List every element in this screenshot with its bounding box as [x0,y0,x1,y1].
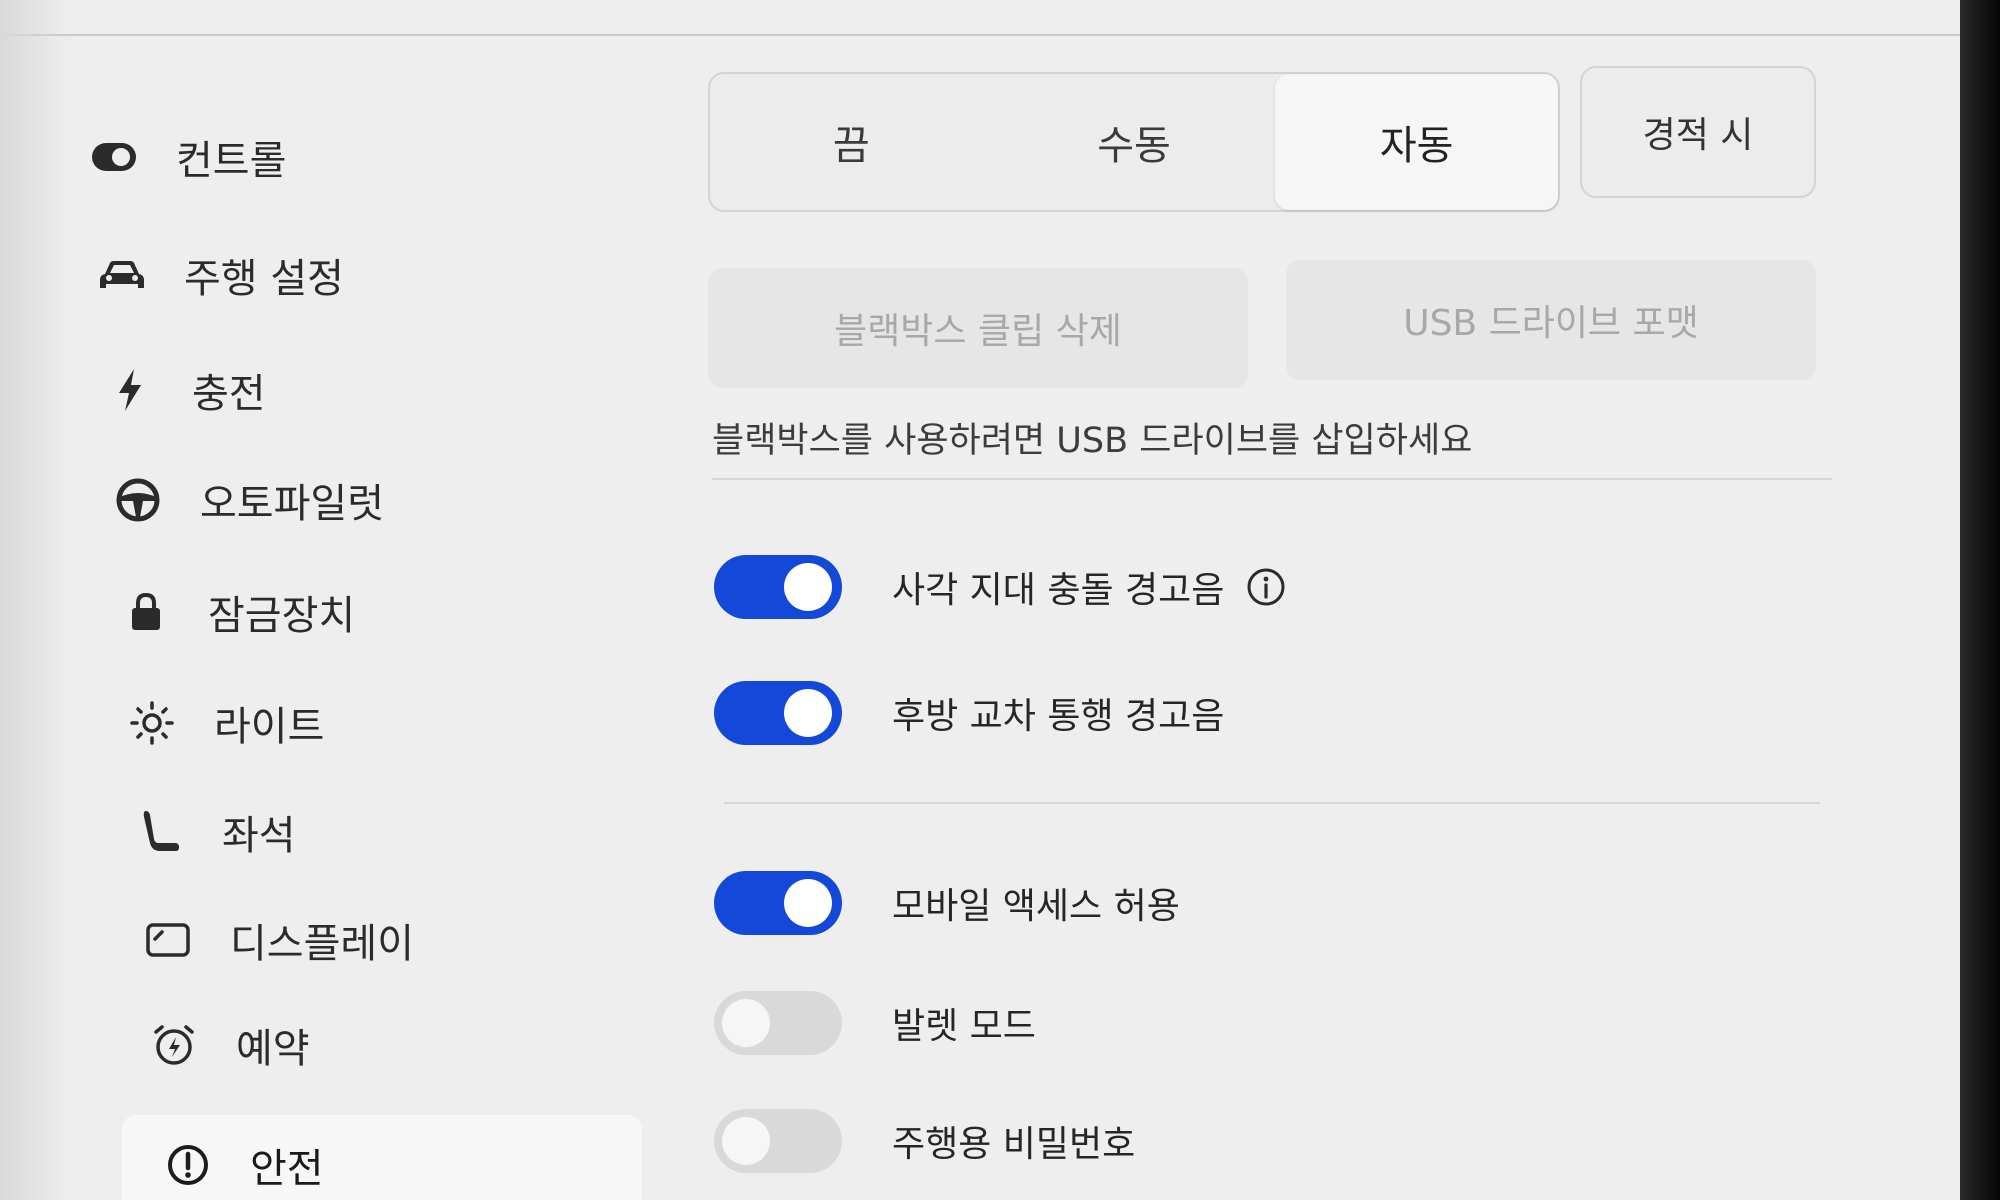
sidebar-item-label: 주행 설정 [184,256,344,302]
mobile-access-row: 모바일 액세스 허용 [714,868,1180,938]
settings-sidebar: 컨트롤 주행 설정 충전 오토파일럿 잠금장치 라이트 좌석 디스플레이 예약 … [80,100,680,1200]
sidebar-item-safety[interactable]: 안전 [122,1115,642,1200]
steering-wheel-icon [108,470,168,530]
blind-spot-chime-row: 사각 지대 충돌 경고음 [714,552,1286,622]
format-usb-button[interactable]: USB 드라이브 포맷 [1286,260,1816,380]
safety-settings-panel: 끔 수동 자동 경적 시 블랙박스 클립 삭제 USB 드라이브 포맷 블랙박스… [700,0,1860,1200]
sidebar-item-label: 잠금장치 [208,593,356,639]
sidebar-item-charging[interactable]: 충전 [100,345,266,435]
alarm-clock-icon [144,1015,204,1075]
toggle-knob [784,563,832,611]
sidebar-item-display[interactable]: 디스플레이 [138,895,414,985]
rear-cross-traffic-toggle[interactable] [714,681,842,745]
lock-icon [116,582,176,642]
sidebar-item-controls[interactable]: 컨트롤 [84,112,286,202]
sun-icon [122,693,182,753]
dashcam-mode-auto[interactable]: 자동 [1275,74,1559,210]
blind-spot-chime-label: 사각 지대 충돌 경고음 [892,570,1225,611]
section-divider [712,478,1832,480]
rear-cross-traffic-row: 후방 교차 통행 경고음 [714,678,1224,748]
valet-mode-row: 발렛 모드 [714,988,1036,1058]
sidebar-item-lights[interactable]: 라이트 [122,678,324,768]
sidebar-item-label: 컨트롤 [176,138,287,184]
screen: 컨트롤 주행 설정 충전 오토파일럿 잠금장치 라이트 좌석 디스플레이 예약 … [0,0,1960,1200]
toggle-knob [784,689,832,737]
valet-mode-toggle[interactable] [714,991,842,1055]
dashcam-mode-manual[interactable]: 수동 [993,74,1276,210]
sidebar-item-label: 라이트 [214,704,325,750]
usb-hint-text: 블랙박스를 사용하려면 USB 드라이브를 삽입하세요 [712,421,1473,461]
mobile-access-label: 모바일 액세스 허용 [892,886,1180,927]
toggle-knob [722,999,770,1047]
alert-circle-icon [158,1135,218,1195]
sidebar-item-label: 안전 [250,1146,324,1192]
sidebar-item-seats[interactable]: 좌석 [130,787,296,877]
delete-dashcam-clips-button[interactable]: 블랙박스 클립 삭제 [708,268,1248,388]
rear-cross-traffic-label: 후방 교차 통행 경고음 [892,696,1225,737]
sidebar-item-label: 오토파일럿 [200,481,384,527]
sidebar-item-label: 예약 [236,1026,310,1072]
pin-to-drive-row: 주행용 비밀번호 [714,1106,1135,1176]
dashcam-mode-off[interactable]: 끔 [710,74,993,210]
sidebar-item-driving[interactable]: 주행 설정 [92,230,344,320]
display-icon [138,910,198,970]
toggle-knob [784,879,832,927]
mobile-access-toggle[interactable] [714,871,842,935]
section-divider [724,802,1820,804]
dashcam-on-honk-button[interactable]: 경적 시 [1580,66,1816,198]
pin-to-drive-toggle[interactable] [714,1109,842,1173]
sidebar-item-autopilot[interactable]: 오토파일럿 [108,455,384,545]
sidebar-item-locks[interactable]: 잠금장치 [116,567,355,657]
dashcam-mode-selector: 끔 수동 자동 [708,72,1560,212]
toggle-knob [722,1117,770,1165]
lightning-icon [100,360,160,420]
sidebar-item-label: 디스플레이 [230,921,414,967]
blind-spot-chime-toggle[interactable] [714,555,842,619]
toggle-icon [84,127,144,187]
sidebar-item-label: 좌석 [222,813,296,859]
car-icon [92,245,152,305]
seat-icon [130,802,190,862]
sidebar-item-label: 충전 [192,371,266,417]
info-icon[interactable] [1246,567,1286,607]
pin-to-drive-label: 주행용 비밀번호 [892,1124,1136,1165]
screen-bezel [1960,0,2000,1200]
valet-mode-label: 발렛 모드 [892,1006,1036,1047]
sidebar-item-schedule[interactable]: 예약 [144,1000,310,1090]
left-edge-shadow [0,0,70,1200]
